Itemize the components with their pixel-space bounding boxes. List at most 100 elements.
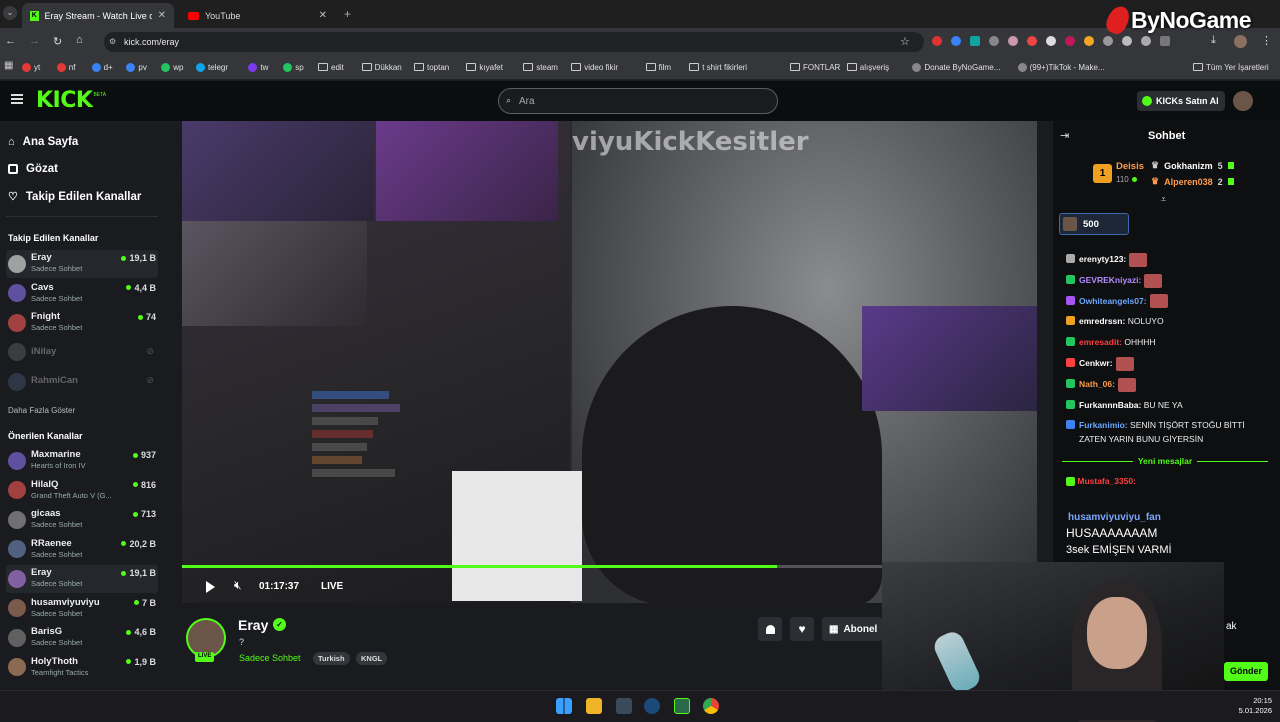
extension-icon[interactable]: [1008, 36, 1018, 46]
bookmark-item[interactable]: yt: [22, 60, 40, 74]
nav-browse[interactable]: Gözat: [8, 163, 58, 175]
taskbar-clock[interactable]: 20:15 5.01.2026: [1226, 696, 1272, 716]
channel-item[interactable]: HilalQ Grand Theft Auto V (G... 816: [6, 477, 158, 505]
collapse-chat-icon[interactable]: ⇥: [1060, 129, 1069, 142]
bookmark-item[interactable]: video fikir: [571, 60, 618, 74]
bookmark-item[interactable]: steam: [523, 60, 558, 74]
chat-username[interactable]: GEVREKniyazi:: [1079, 275, 1141, 285]
channel-item[interactable]: Maxmarine Hearts of Iron IV 937: [6, 447, 158, 475]
follow-button[interactable]: ♥: [790, 617, 814, 641]
search-input[interactable]: ⌕ Ara: [498, 88, 778, 114]
bookmark-item[interactable]: sp: [283, 60, 304, 74]
bookmark-item[interactable]: Dükkan: [361, 60, 402, 74]
extension-icon[interactable]: [932, 36, 942, 46]
bookmark-item[interactable]: t shirt fikirleri: [689, 60, 747, 74]
chat-username[interactable]: erenyty123:: [1079, 254, 1126, 264]
channel-item[interactable]: Eray Sadece Sohbet 19,1 B: [6, 565, 158, 593]
close-tab-icon[interactable]: ✕: [158, 10, 166, 21]
home-icon[interactable]: ⌂: [76, 34, 83, 46]
player-progress-track[interactable]: [182, 565, 882, 568]
close-tab-icon[interactable]: ✕: [319, 10, 327, 21]
channel-item[interactable]: RRaenee Sadece Sohbet 20,2 B: [6, 536, 158, 564]
back-icon[interactable]: ←: [5, 35, 16, 47]
steam-icon[interactable]: [644, 698, 660, 714]
video-player[interactable]: viyuKickKesitler 🔇︎ 01:17:37 LIVE: [182, 121, 1037, 603]
nav-following[interactable]: ♡ Takip Edilen Kanallar: [8, 190, 141, 204]
bookmark-item[interactable]: telegr: [196, 60, 228, 74]
channel-item[interactable]: Fnight Sadece Sohbet 74: [6, 309, 158, 337]
chrome-icon[interactable]: [703, 698, 719, 714]
menu-icon[interactable]: ⋮: [1261, 34, 1272, 47]
url-bar[interactable]: kick.com/eray: [104, 32, 924, 52]
site-info-icon[interactable]: ⚙: [109, 37, 116, 46]
bookmark-item[interactable]: Donate ByNoGame...: [912, 60, 1000, 74]
extension-icon[interactable]: [989, 36, 999, 46]
bookmark-item[interactable]: pv: [126, 60, 147, 74]
kick-logo[interactable]: KICK BETA: [36, 88, 106, 113]
channel-item[interactable]: husamviyuviyu Sadece Sohbet 7 B: [6, 595, 158, 623]
leaderboard-entry[interactable]: ♛ Gokhanizm 5: [1151, 160, 1234, 171]
play-icon[interactable]: [206, 581, 215, 593]
hamburger-menu-icon[interactable]: [11, 94, 23, 104]
bookmark-item[interactable]: FONTLAR: [790, 60, 840, 74]
show-more-link[interactable]: Daha Fazla Göster: [8, 406, 75, 415]
channel-item[interactable]: HolyThoth Teamfight Tactics 1,9 B: [6, 654, 158, 682]
chat-username[interactable]: emresadit:: [1079, 337, 1122, 347]
chat-username[interactable]: FurkannnBaba:: [1079, 400, 1141, 410]
channel-item[interactable]: RahmiCan ⊘: [6, 368, 158, 396]
chat-username[interactable]: Owhiteangels07:: [1079, 296, 1147, 306]
tag-kngl[interactable]: KNGL: [356, 652, 388, 665]
send-button[interactable]: Gönder: [1224, 662, 1268, 681]
streamer-name[interactable]: Eray: [238, 617, 268, 633]
tab-youtube[interactable]: YouTube ✕: [180, 3, 335, 28]
windows-start-icon[interactable]: [556, 698, 572, 714]
bookmark-item[interactable]: tw: [248, 60, 268, 74]
channel-item[interactable]: BarisG Sadece Sohbet 4,6 B: [6, 624, 158, 652]
nav-home[interactable]: ⌂ Ana Sayfa: [8, 136, 78, 148]
bookmark-item[interactable]: (99+)TikTok - Make...: [1017, 60, 1105, 74]
bookmark-item[interactable]: alışveriş: [846, 60, 889, 74]
bookmark-item[interactable]: toptan: [414, 60, 449, 74]
leaderboard-entry[interactable]: ♛ Alperen038 2: [1151, 176, 1234, 187]
chat-input-text[interactable]: ak: [1226, 621, 1237, 632]
leaderboard-top-name[interactable]: Deisis: [1116, 161, 1144, 172]
extension-icon[interactable]: [1065, 36, 1075, 46]
bookmark-item[interactable]: film: [645, 60, 671, 74]
forward-icon[interactable]: →: [29, 35, 40, 47]
new-tab-button[interactable]: +: [344, 7, 351, 21]
bookmark-star-icon[interactable]: ☆: [900, 35, 910, 48]
notification-bell-button[interactable]: [758, 617, 782, 641]
mute-icon[interactable]: 🔇︎: [234, 578, 242, 593]
tab-list-button[interactable]: ⌄: [3, 6, 17, 20]
extension-icon[interactable]: [951, 36, 961, 46]
bookmark-item[interactable]: kıyafet: [466, 60, 503, 74]
bookmark-item[interactable]: nf: [56, 60, 75, 74]
pinned-gift[interactable]: 500: [1059, 213, 1129, 235]
expand-leaderboard-icon[interactable]: ⩡: [1161, 194, 1166, 205]
user-avatar[interactable]: [1233, 91, 1253, 111]
file-explorer-icon[interactable]: [586, 698, 602, 714]
extension-icon[interactable]: [1084, 36, 1094, 46]
all-bookmarks[interactable]: Tüm Yer İşaretleri: [1193, 60, 1269, 74]
extension-icon[interactable]: [1046, 36, 1056, 46]
bookmark-item[interactable]: wp: [161, 60, 183, 74]
tag-turkish[interactable]: Turkish: [313, 652, 350, 665]
taskbar-app-icon[interactable]: [674, 698, 690, 714]
subscribe-button[interactable]: ▦ Abonel: [822, 617, 882, 641]
stream-category[interactable]: Sadece Sohbet: [239, 653, 301, 663]
channel-item[interactable]: Cavs Sadece Sohbet 4,4 B: [6, 280, 158, 308]
chat-username[interactable]: Furkanimio:: [1079, 420, 1128, 430]
reload-icon[interactable]: ↻: [53, 35, 62, 48]
buy-kicks-button[interactable]: KICKs Satın Al: [1137, 91, 1225, 111]
tab-kick[interactable]: K Eray Stream - Watch Live on Ki ✕: [22, 3, 174, 28]
taskbar-app-icon[interactable]: [616, 698, 632, 714]
bookmark-item[interactable]: d+: [91, 60, 113, 74]
extension-icon[interactable]: [1027, 36, 1037, 46]
chat-username[interactable]: Cenkwr:: [1079, 358, 1113, 368]
extension-icon[interactable]: [970, 36, 980, 46]
chat-username[interactable]: Nath_06:: [1079, 379, 1115, 389]
bookmark-item[interactable]: edit: [318, 60, 344, 74]
channel-item[interactable]: Eray Sadece Sohbet 19,1 B: [6, 250, 158, 278]
apps-icon[interactable]: ▦: [4, 60, 13, 71]
channel-item[interactable]: iNilay ⊘: [6, 339, 158, 367]
